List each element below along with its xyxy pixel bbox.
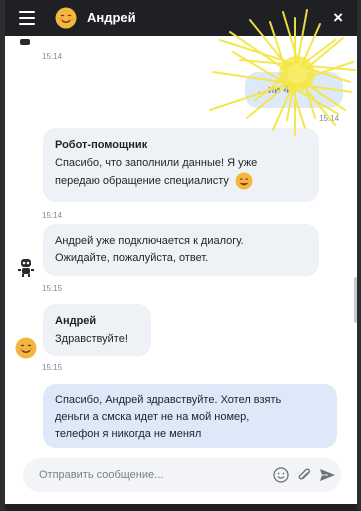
bot-message-bubble: Робот-помощник Спасибо, что заполнили да… [43, 128, 319, 202]
message-time: 15:14 [42, 52, 63, 61]
message-input[interactable] [39, 466, 249, 484]
agent-message-bubble: Андрей Здравствуйте! [43, 304, 151, 356]
user-message-line1: Спасибо, Андрей здравствуйте. Хотел взят… [55, 394, 282, 406]
system-message-bubble: Андрей уже подключается к диалогу. Ожида… [43, 224, 319, 276]
system-message-line2: Ожидайте, пожалуйста, ответ. [55, 252, 209, 264]
message-time: 15:15 [42, 363, 63, 372]
robot-icon [20, 39, 30, 45]
message-composer [23, 458, 341, 492]
window-bottom-edge [5, 504, 357, 511]
scrollbar[interactable] [354, 277, 357, 323]
chat-header: Андрей × [5, 0, 357, 36]
smile-emoji-icon [235, 172, 253, 190]
send-icon[interactable] [319, 467, 336, 483]
system-message-line1: Андрей уже подключается к диалогу. [55, 235, 244, 247]
message-time: 15:15 [42, 284, 63, 293]
agent-sender-name: Андрей [55, 315, 97, 327]
user-message-line3: телефон я никогда не менял [55, 428, 202, 440]
message-time: 15:14 [319, 114, 340, 123]
user-message-bubble: Спасибо, Андрей здравствуйте. Хотел взят… [43, 384, 337, 448]
bot-sender-name: Робот-помощник [55, 139, 148, 151]
robot-icon [18, 259, 34, 277]
close-icon[interactable]: × [333, 9, 343, 26]
chat-title: Андрей [87, 10, 136, 25]
user-message-line2: деньги а смска идет не на мой номер, [55, 411, 250, 423]
user-message-text: …ии 4 [257, 84, 290, 96]
agent-avatar-emoji-icon [15, 337, 37, 359]
bot-message-text-line2: передаю обращение специалисту [55, 174, 229, 187]
attach-icon[interactable] [296, 467, 312, 483]
chat-window: Андрей × 15:14 …ии 4 15:14 Робот-помощни… [5, 0, 357, 511]
emoji-icon[interactable] [273, 467, 289, 483]
message-list: 15:14 …ии 4 15:14 Робот-помощник Спасибо… [5, 36, 357, 451]
agent-message-text: Здравствуйте! [55, 333, 128, 345]
menu-icon[interactable] [19, 11, 35, 25]
avatar-emoji-icon [55, 7, 77, 29]
message-time: 15:14 [42, 211, 63, 220]
bot-message-text-line1: Спасибо, что заполнили данные! Я уже [55, 157, 258, 169]
user-message-bubble: …ии 4 [245, 72, 343, 108]
